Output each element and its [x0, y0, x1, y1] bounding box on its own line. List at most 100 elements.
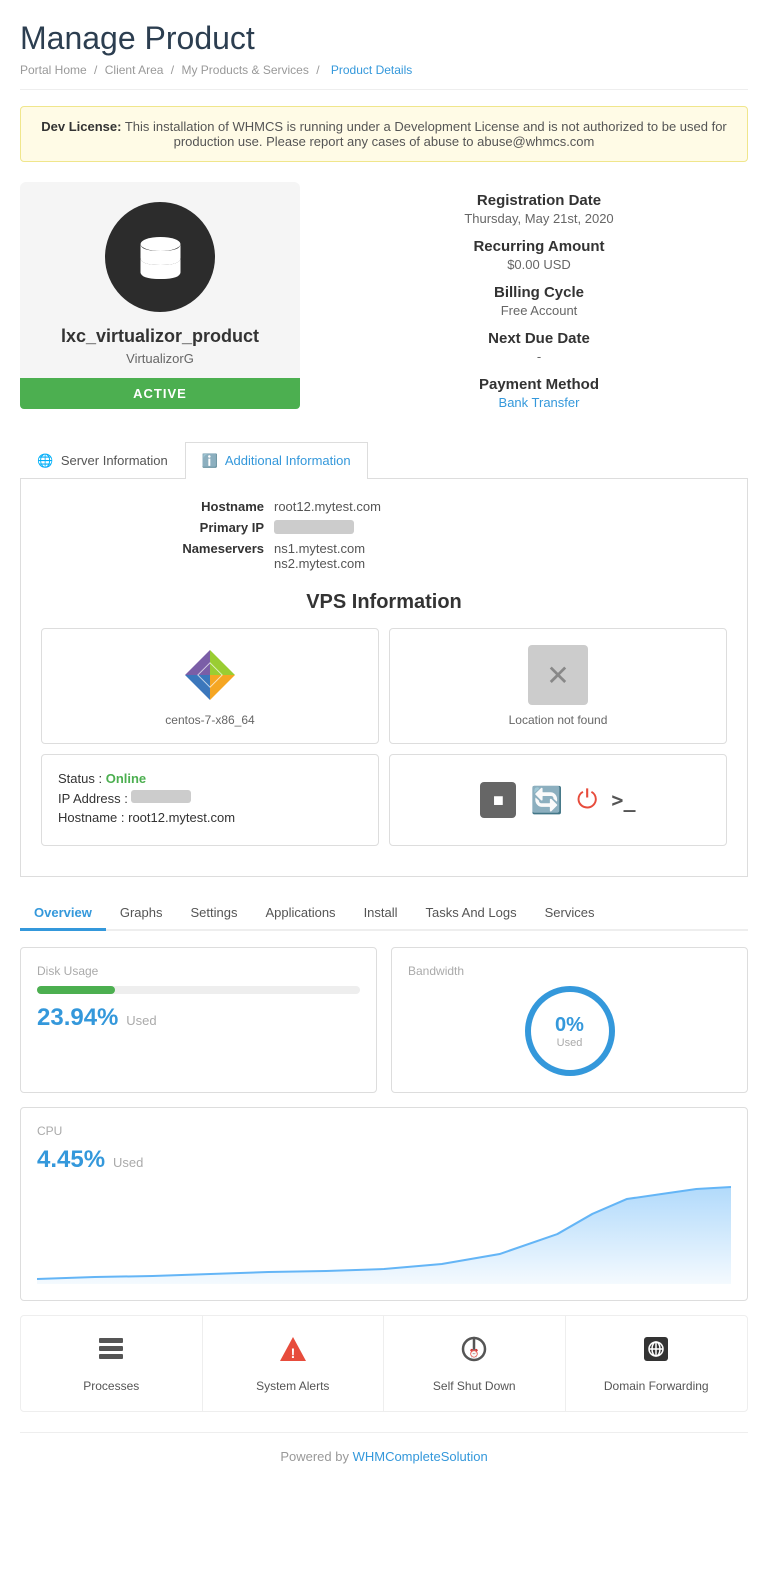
disk-usage-card: Disk Usage 23.94% Used	[20, 947, 377, 1093]
vps-bottom-grid: Status : Online IP Address : Hostname : …	[41, 754, 727, 846]
tab-graphs[interactable]: Graphs	[106, 897, 177, 931]
breadcrumb-client-area[interactable]: Client Area	[105, 63, 164, 77]
ip-value-blurred	[131, 790, 191, 803]
breadcrumb-my-products[interactable]: My Products & Services	[181, 63, 308, 77]
self-shutdown-action[interactable]: ⏰ Self Shut Down	[384, 1316, 566, 1411]
tab-overview[interactable]: Overview	[20, 897, 106, 931]
metrics-grid: Disk Usage 23.94% Used Bandwidth 0% Used	[20, 947, 748, 1093]
ip-line: IP Address :	[58, 790, 362, 806]
disk-bar-bg	[37, 986, 360, 994]
svg-text:⏰: ⏰	[469, 1348, 479, 1358]
processes-label: Processes	[31, 1379, 192, 1393]
hostname-val: root12.mytest.com	[274, 499, 381, 514]
payment-label: Payment Method	[330, 376, 748, 393]
hostname-line: Hostname : root12.mytest.com	[58, 810, 362, 825]
tab-server-label: Server Information	[61, 453, 168, 468]
restart-button[interactable]: 🔄	[530, 785, 562, 816]
vps-actions-card: ■ 🔄 ⏻ >_	[389, 754, 727, 846]
status-line: Status : Online	[58, 771, 362, 786]
next-due-row: Next Due Date -	[330, 330, 748, 364]
next-due-label: Next Due Date	[330, 330, 748, 347]
vps-hostname-value: root12.mytest.com	[128, 810, 235, 825]
bandwidth-pct: 0%	[555, 1014, 584, 1037]
server-info-table: Hostname root12.mytest.com Primary IP Na…	[174, 499, 594, 571]
nameservers-val: ns1.mytest.com ns2.mytest.com	[274, 541, 365, 571]
product-name: lxc_virtualizor_product	[40, 326, 280, 347]
tab-tasks-logs[interactable]: Tasks And Logs	[412, 897, 531, 931]
bandwidth-card: Bandwidth 0% Used	[391, 947, 748, 1093]
status-label: Status :	[58, 771, 102, 786]
hostname-label: Hostname	[174, 499, 264, 514]
alert-bold: Dev License:	[41, 119, 121, 134]
overview-tabs: Overview Graphs Settings Applications In…	[20, 897, 748, 931]
dev-license-alert: Dev License: This installation of WHMCS …	[20, 106, 748, 162]
cpu-unit: Used	[113, 1155, 143, 1170]
disk-bar-fill	[37, 986, 115, 994]
disk-label: Disk Usage	[37, 964, 360, 978]
system-alerts-action[interactable]: ! System Alerts	[203, 1316, 385, 1411]
product-icon-circle	[105, 202, 215, 312]
location-label: Location not found	[509, 713, 608, 727]
status-value: Online	[106, 771, 146, 786]
cpu-chart	[37, 1184, 731, 1284]
primary-ip-val	[274, 520, 354, 534]
hostname-row: Hostname root12.mytest.com	[174, 499, 594, 514]
tab-applications[interactable]: Applications	[251, 897, 349, 931]
domain-forwarding-icon	[576, 1334, 738, 1371]
server-info-panel: Hostname root12.mytest.com Primary IP Na…	[20, 479, 748, 877]
power-button[interactable]: ⏻	[577, 784, 598, 816]
disk-pct: 23.94%	[37, 1004, 118, 1031]
system-alerts-icon: !	[213, 1334, 374, 1371]
next-due-value: -	[330, 349, 748, 364]
ip-label: IP Address :	[58, 791, 128, 806]
bandwidth-label: Bandwidth	[408, 964, 731, 978]
ns1: ns1.mytest.com	[274, 541, 365, 556]
tab-server-information[interactable]: 🌐 Server Information	[20, 442, 185, 479]
cpu-card: CPU 4.45% Used	[20, 1107, 748, 1301]
vps-section-title: VPS Information	[41, 591, 727, 614]
breadcrumb-portal-home[interactable]: Portal Home	[20, 63, 87, 77]
billing-value: Free Account	[330, 303, 748, 318]
disk-unit: Used	[126, 1013, 156, 1028]
processes-action[interactable]: Processes	[21, 1316, 203, 1411]
vps-location-card: Location not found	[389, 628, 727, 744]
footer-link[interactable]: WHMCompleteSolution	[353, 1449, 488, 1464]
bottom-actions: Processes ! System Alerts ⏰ Self Shut Do…	[20, 1315, 748, 1412]
tab-install[interactable]: Install	[350, 897, 412, 931]
centos-icon	[180, 645, 240, 705]
bandwidth-circle: 0% Used	[525, 986, 615, 1076]
billing-label: Billing Cycle	[330, 284, 748, 301]
cpu-chart-svg	[37, 1184, 731, 1284]
tab-additional-label: Additional Information	[225, 453, 351, 468]
alert-text: This installation of WHMCS is running un…	[125, 119, 727, 149]
tab-settings[interactable]: Settings	[176, 897, 251, 931]
location-not-found-icon	[528, 645, 588, 705]
cpu-pct: 4.45%	[37, 1146, 105, 1173]
stop-button[interactable]: ■	[480, 782, 516, 818]
registration-label: Registration Date	[330, 192, 748, 209]
vps-os-card: centos-7-x86_64	[41, 628, 379, 744]
self-shutdown-icon: ⏰	[394, 1334, 555, 1371]
database-icon	[133, 230, 188, 285]
bandwidth-unit: Used	[557, 1037, 583, 1049]
tab-additional-information[interactable]: ℹ️ Additional Information	[185, 442, 368, 479]
domain-forwarding-action[interactable]: Domain Forwarding	[566, 1316, 748, 1411]
cpu-label: CPU	[37, 1124, 731, 1138]
payment-value: Bank Transfer	[330, 395, 748, 410]
payment-row: Payment Method Bank Transfer	[330, 376, 748, 410]
vps-hostname-label: Hostname :	[58, 810, 124, 825]
footer: Powered by WHMCompleteSolution	[20, 1432, 748, 1480]
svg-text:!: !	[290, 1345, 295, 1361]
registration-value: Thursday, May 21st, 2020	[330, 211, 748, 226]
recurring-value: $0.00 USD	[330, 257, 748, 272]
vps-status-card: Status : Online IP Address : Hostname : …	[41, 754, 379, 846]
product-status: ACTIVE	[20, 378, 300, 409]
tab-services[interactable]: Services	[531, 897, 609, 931]
product-type: VirtualizorG	[40, 351, 280, 366]
recurring-row: Recurring Amount $0.00 USD	[330, 238, 748, 272]
console-button[interactable]: >_	[611, 788, 635, 812]
globe-icon: 🌐	[37, 453, 53, 468]
self-shutdown-label: Self Shut Down	[394, 1379, 555, 1393]
ns2: ns2.mytest.com	[274, 556, 365, 571]
processes-icon	[31, 1334, 192, 1371]
